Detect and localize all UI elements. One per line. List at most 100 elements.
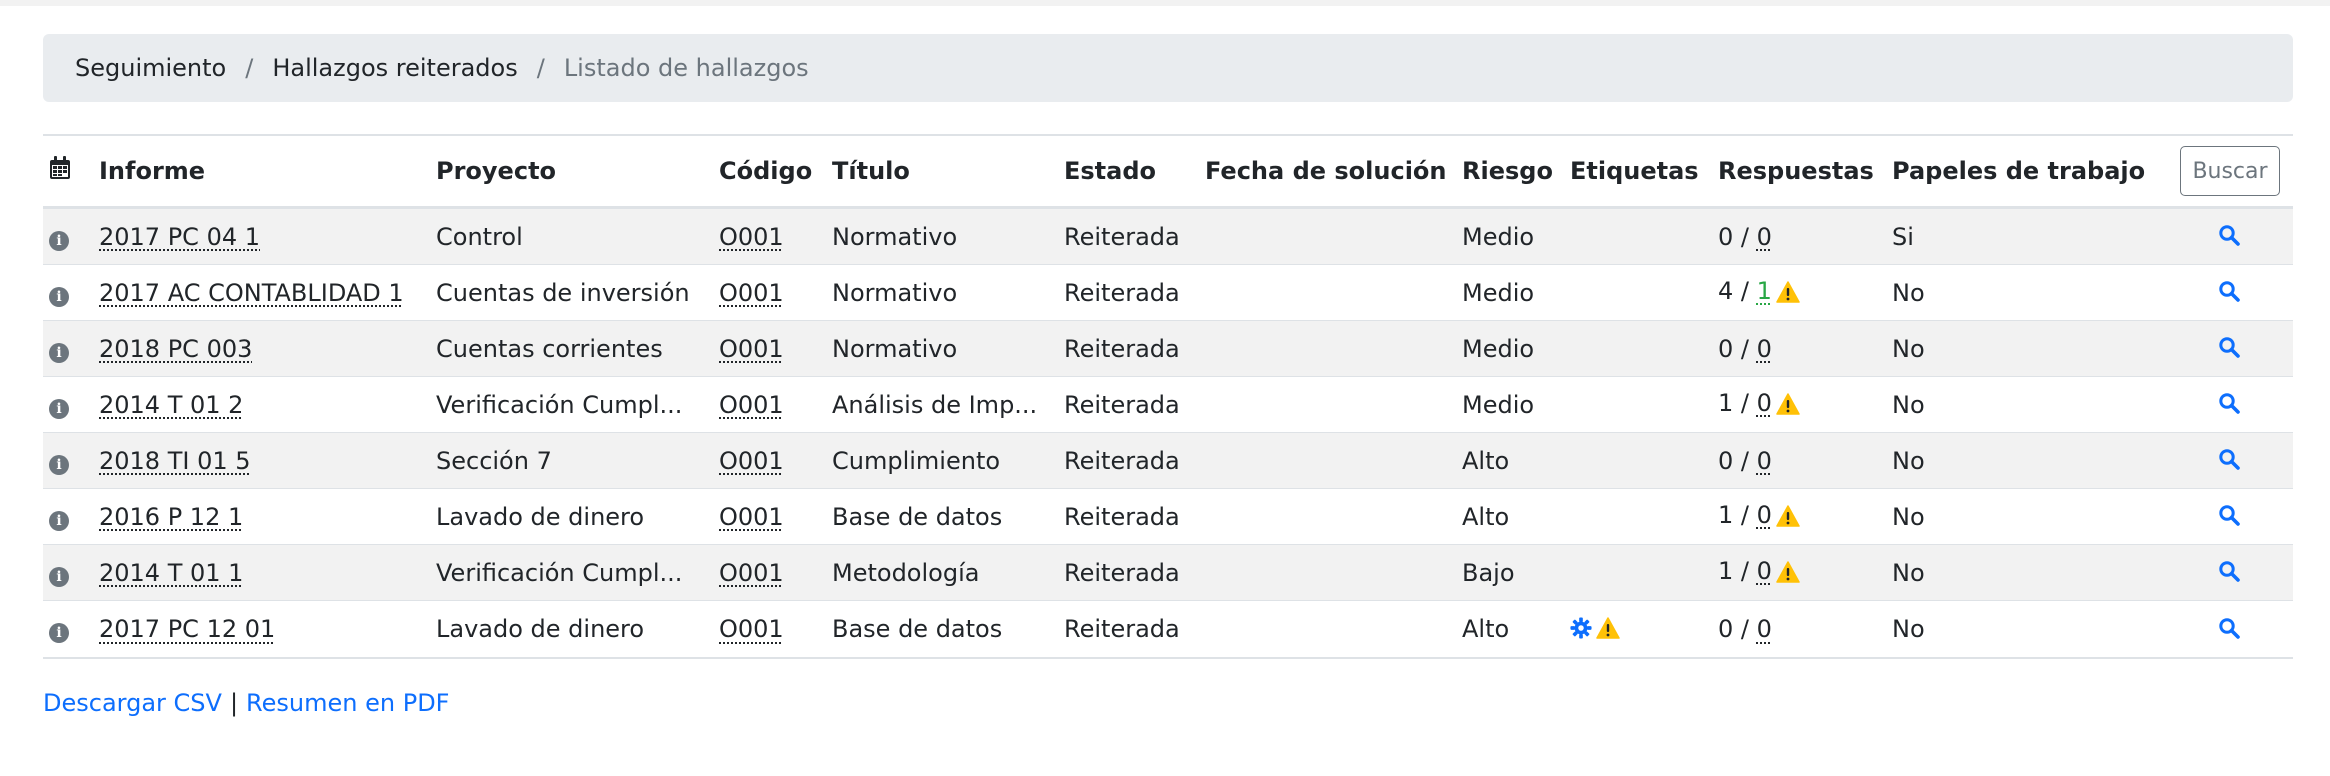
riesgo-cell: Medio (1462, 222, 1535, 251)
proyecto-cell: Control (436, 222, 523, 251)
estado-cell: Reiterada (1064, 446, 1180, 475)
respuestas-pending: 0 (1756, 556, 1772, 585)
search-button[interactable]: Buscar (2180, 146, 2280, 196)
search-icon[interactable] (2218, 224, 2240, 252)
informe-link[interactable]: 2017 AC CONTABLIDAD 1 (99, 279, 404, 307)
warning-icon (1776, 280, 1800, 309)
estado-cell: Reiterada (1064, 615, 1180, 643)
header-proyecto[interactable]: Proyecto (430, 135, 713, 209)
papeles-cell: No (1892, 615, 1925, 643)
header-respuestas: Respuestas (1712, 135, 1886, 209)
respuestas-cell: 0 / 0 (1712, 320, 1886, 377)
respuestas-count: 0 (1718, 446, 1734, 475)
papeles-cell: No (1892, 390, 1925, 419)
info-icon[interactable]: i (49, 566, 69, 587)
codigo-cell: O001 (719, 502, 784, 531)
table-header: Informe Proyecto Código Título Estado Fe… (43, 135, 2293, 209)
etiquetas-cell (1564, 320, 1712, 377)
papeles-cell: No (1892, 558, 1925, 587)
header-informe[interactable]: Informe (93, 135, 430, 209)
info-icon[interactable]: i (49, 286, 69, 307)
info-icon[interactable]: i (49, 454, 69, 475)
respuestas-count: 1 (1718, 388, 1734, 417)
table-row: i 2016 P 12 1 Lavado de dinero O001 Base de … (43, 488, 2293, 545)
breadcrumb-separator: / (536, 54, 545, 82)
informe-link[interactable]: 2018 TI 01 5 (99, 447, 251, 475)
respuestas-pending: 1 (1756, 276, 1772, 305)
riesgo-cell: Alto (1462, 446, 1510, 475)
header-codigo[interactable]: Código (713, 135, 826, 209)
info-icon[interactable]: i (49, 510, 69, 531)
informe-link[interactable]: 2017 PC 12 01 (99, 615, 275, 643)
download-csv-link[interactable]: Descargar CSV (43, 689, 222, 717)
table-row: i 2014 T 01 1 Verificación Cumpl... O001 Met… (43, 544, 2293, 601)
etiquetas-cell (1564, 544, 1712, 601)
informe-link[interactable]: 2014 T 01 2 (99, 391, 243, 419)
search-icon[interactable] (2218, 392, 2240, 420)
calendar-icon (43, 135, 93, 209)
codigo-cell: O001 (719, 446, 784, 475)
search-icon[interactable] (2218, 448, 2240, 476)
titulo-cell: Metodología (832, 558, 980, 587)
respuestas-cell: 1 / 0 (1712, 488, 1886, 545)
info-icon[interactable]: i (49, 342, 69, 363)
search-icon[interactable] (2218, 617, 2240, 645)
codigo-cell: O001 (719, 334, 784, 363)
titulo-cell: Cumplimiento (832, 446, 1001, 475)
papeles-cell: No (1892, 446, 1925, 475)
table-row: i 2017 PC 04 1 Control O001 Normativo Reitera… (43, 207, 2293, 265)
breadcrumb-item-active: Listado de hallazgos (563, 54, 809, 82)
table-body: i 2017 PC 04 1 Control O001 Normativo Reitera… (43, 207, 2293, 659)
riesgo-cell: Alto (1462, 615, 1510, 643)
header-etiquetas: Etiquetas (1564, 135, 1712, 209)
respuestas-count: 0 (1718, 615, 1734, 643)
riesgo-cell: Bajo (1462, 558, 1515, 587)
breadcrumb-separator: / (245, 54, 254, 82)
search-icon[interactable] (2218, 504, 2240, 532)
etiquetas-cell (1564, 207, 1712, 265)
respuestas-cell: 0 / 0 (1712, 432, 1886, 489)
search-icon[interactable] (2218, 336, 2240, 364)
proyecto-cell: Sección 7 (436, 446, 552, 475)
titulo-cell: Normativo (832, 334, 958, 363)
header-titulo[interactable]: Título (826, 135, 1058, 209)
titulo-cell: Normativo (832, 222, 958, 251)
informe-link[interactable]: 2016 P 12 1 (99, 503, 243, 531)
header-riesgo[interactable]: Riesgo (1456, 135, 1564, 209)
informe-link[interactable]: 2018 PC 003 (99, 335, 252, 363)
estado-cell: Reiterada (1064, 502, 1180, 531)
search-icon[interactable] (2218, 280, 2240, 308)
info-icon[interactable]: i (49, 623, 69, 643)
respuestas-pending: 0 (1756, 222, 1772, 251)
breadcrumb-item-hallazgos-reiterados[interactable]: Hallazgos reiterados (272, 54, 517, 82)
gear-icon (1570, 617, 1592, 645)
riesgo-cell: Medio (1462, 278, 1535, 307)
table-row: i 2014 T 01 2 Verificación Cumpl... O001 Aná… (43, 376, 2293, 433)
proyecto-cell: Verificación Cumpl... (436, 390, 683, 419)
estado-cell: Reiterada (1064, 334, 1180, 363)
papeles-cell: No (1892, 502, 1925, 531)
search-icon[interactable] (2218, 560, 2240, 588)
warning-icon (1776, 560, 1800, 589)
proyecto-cell: Lavado de dinero (436, 615, 645, 643)
pdf-summary-link[interactable]: Resumen en PDF (246, 689, 449, 717)
info-icon[interactable]: i (49, 398, 69, 419)
respuestas-pending: 0 (1756, 500, 1772, 529)
findings-table: Informe Proyecto Código Título Estado Fe… (43, 134, 2293, 659)
header-estado[interactable]: Estado (1058, 135, 1199, 209)
footer-separator: | (229, 689, 239, 717)
table-row: i 2017 PC 12 01 Lavado de dinero O001 Base d… (43, 600, 2293, 659)
titulo-cell: Análisis de Imp... (832, 390, 1038, 419)
table-row: i 2017 AC CONTABLIDAD 1 Cuentas de inversi… (43, 264, 2293, 321)
informe-link[interactable]: 2017 PC 04 1 (99, 223, 260, 251)
informe-link[interactable]: 2014 T 01 1 (99, 559, 243, 587)
info-icon[interactable]: i (49, 230, 69, 251)
titulo-cell: Base de datos (832, 502, 1003, 531)
table-row: i 2018 PC 003 Cuentas corrientes O001 Normat… (43, 320, 2293, 377)
table-row: i 2018 TI 01 5 Sección 7 O001 Cumplimiento Re… (43, 432, 2293, 489)
codigo-cell: O001 (719, 558, 784, 587)
estado-cell: Reiterada (1064, 558, 1180, 587)
respuestas-count: 4 (1718, 276, 1734, 305)
header-fecha-solucion[interactable]: Fecha de solución (1199, 135, 1456, 209)
breadcrumb-item-seguimiento[interactable]: Seguimiento (75, 54, 226, 82)
